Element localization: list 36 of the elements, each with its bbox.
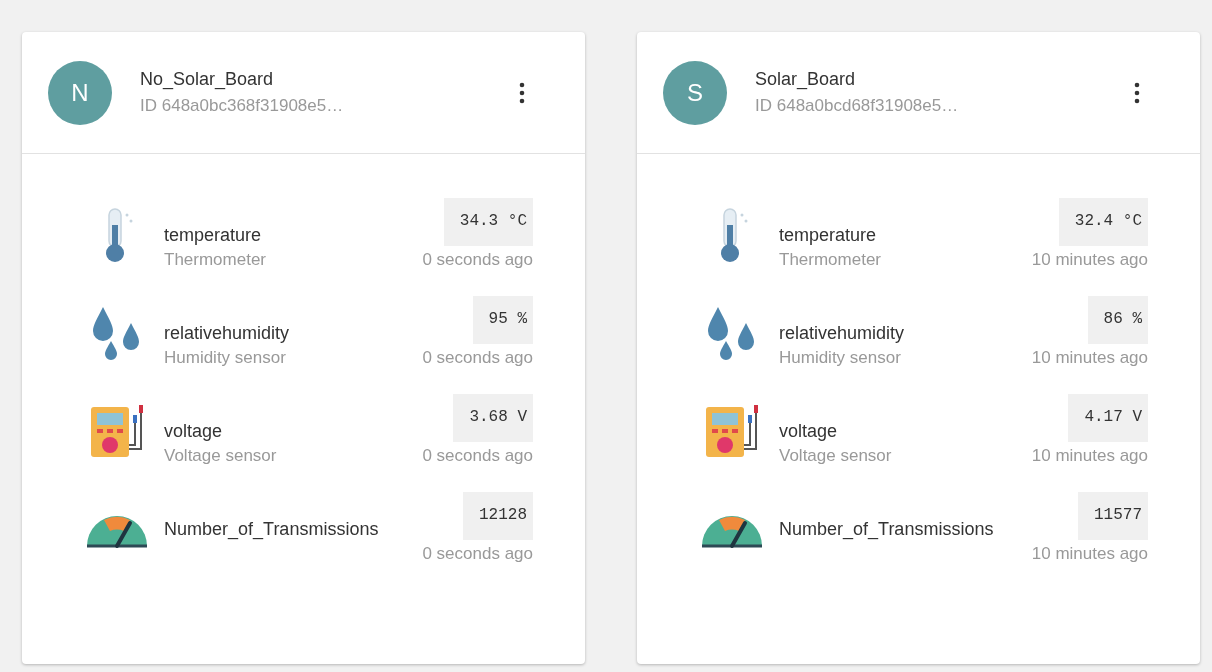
sensor-name: temperature	[164, 225, 263, 246]
sensor-value: 4.17 V	[1068, 394, 1148, 442]
device-id: ID 648a0bc368f31908e5…	[140, 96, 345, 116]
sensor-value: 11577	[1078, 492, 1148, 540]
device-avatar: N	[48, 60, 112, 125]
updated-time: 10 minutes ago	[1031, 348, 1148, 368]
device-id: ID 648a0bcd68f31908e5…	[755, 96, 960, 116]
device-name: No_Solar_Board	[140, 69, 275, 90]
sensor-name: Number_of_Transmissions	[779, 519, 995, 540]
updated-time: 0 seconds ago	[422, 250, 533, 270]
sensor-value: 34.3 °C	[443, 198, 533, 246]
sensor-name: Number_of_Transmissions	[164, 519, 380, 540]
sensor-name: relativehumidity	[779, 323, 906, 344]
sensor-name: temperature	[779, 225, 878, 246]
sensor-value: 86 %	[1087, 296, 1148, 344]
sensor-type: Thermometer	[164, 250, 268, 270]
sensor-type: Voltage sensor	[164, 446, 278, 466]
device-name: Solar_Board	[755, 69, 857, 90]
sensor-name: voltage	[164, 421, 224, 442]
sensor-type: Humidity sensor	[779, 348, 902, 368]
updated-time: 10 minutes ago	[1031, 544, 1148, 564]
updated-time: 0 seconds ago	[422, 446, 533, 466]
device-avatar: S	[663, 60, 727, 125]
sensor-type: Humidity sensor	[164, 348, 287, 368]
sensor-value: 12128	[463, 492, 533, 540]
sensor-type: Thermometer	[779, 250, 883, 270]
sensor-value: 95 %	[472, 296, 533, 344]
updated-time: 10 minutes ago	[1031, 446, 1148, 466]
sensor-value: 32.4 °C	[1058, 198, 1148, 246]
updated-time: 0 seconds ago	[422, 544, 533, 564]
sensor-value: 3.68 V	[453, 394, 533, 442]
sensor-type: Voltage sensor	[779, 446, 893, 466]
updated-time: 0 seconds ago	[422, 348, 533, 368]
updated-time: 10 minutes ago	[1031, 250, 1148, 270]
sensor-name: relativehumidity	[164, 323, 291, 344]
sensor-name: voltage	[779, 421, 839, 442]
